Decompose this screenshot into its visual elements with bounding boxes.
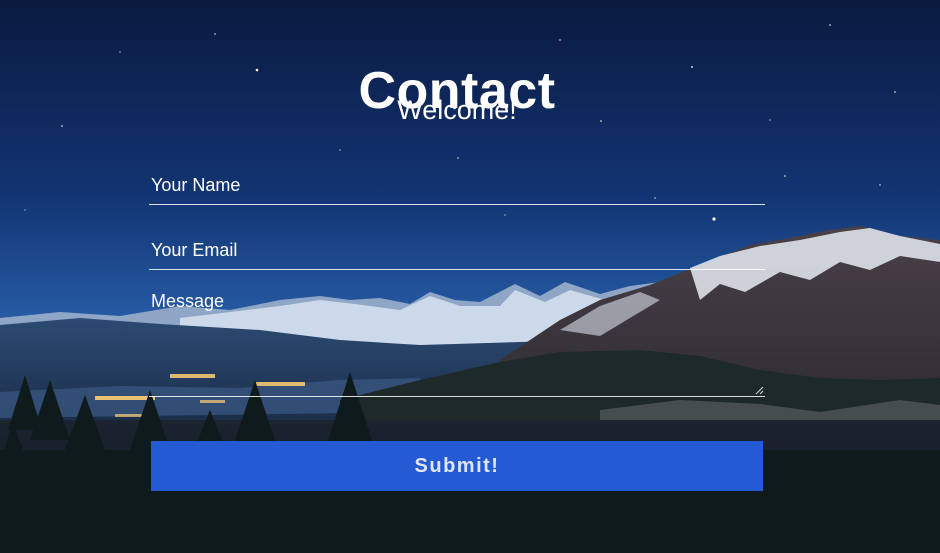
message-textarea[interactable]: [149, 289, 765, 397]
page-subtitle: Welcome!: [397, 95, 517, 125]
submit-button[interactable]: Submit!: [151, 441, 763, 491]
textarea-resize-grip-icon[interactable]: [754, 385, 764, 395]
name-input[interactable]: [149, 166, 765, 205]
email-input[interactable]: [149, 231, 765, 270]
